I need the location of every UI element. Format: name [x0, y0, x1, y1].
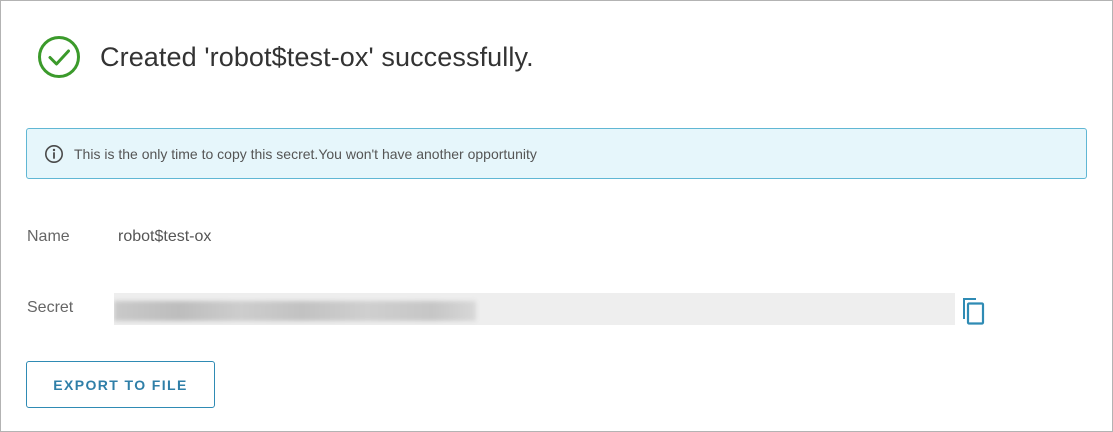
- name-value: robot$test-ox: [118, 228, 212, 245]
- info-alert: This is the only time to copy this secre…: [26, 128, 1087, 179]
- secret-value-masked: [114, 301, 476, 321]
- dialog-title: Created 'robot$test-ox' successfully.: [100, 41, 534, 72]
- check-circle-icon: [37, 35, 81, 79]
- copy-secret-button[interactable]: [959, 295, 987, 327]
- robot-created-dialog: Created 'robot$test-ox' successfully. Th…: [0, 0, 1113, 432]
- copy-icon: [959, 295, 987, 327]
- secret-field[interactable]: [114, 293, 955, 325]
- name-label: Name: [27, 228, 70, 245]
- alert-message: This is the only time to copy this secre…: [74, 145, 537, 162]
- export-to-file-button[interactable]: EXPORT TO FILE: [26, 361, 215, 408]
- dialog-header: Created 'robot$test-ox' successfully.: [37, 35, 534, 79]
- info-circle-icon: [27, 144, 64, 164]
- secret-label: Secret: [27, 299, 74, 316]
